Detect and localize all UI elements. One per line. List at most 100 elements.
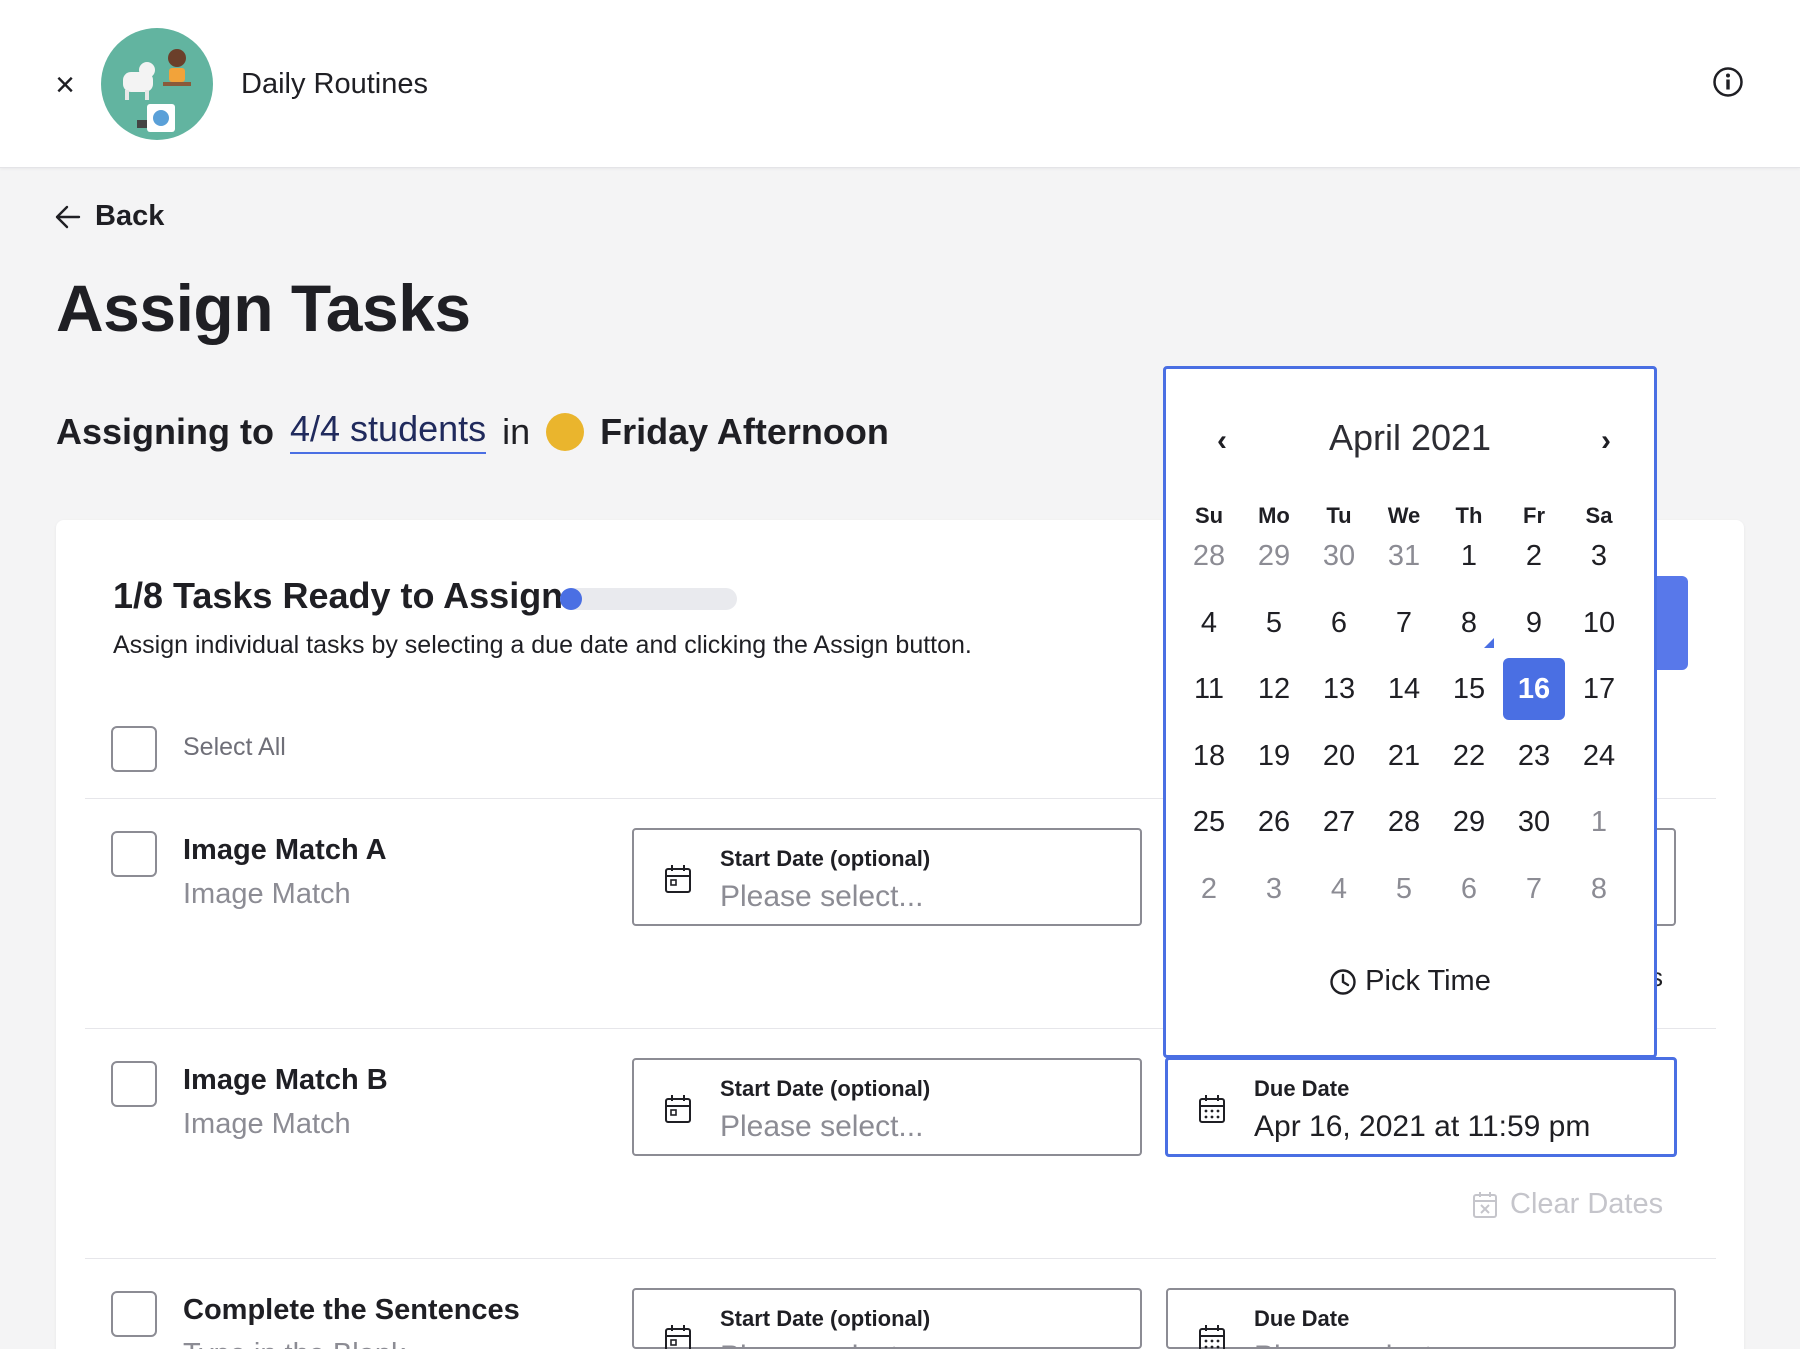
- calendar-day[interactable]: 31: [1373, 525, 1435, 587]
- info-icon[interactable]: [1712, 66, 1744, 98]
- calendar-day[interactable]: 23: [1503, 725, 1565, 787]
- task-type: Image Match: [183, 1108, 351, 1140]
- calendar-day[interactable]: 19: [1243, 725, 1305, 787]
- task-name: Complete the Sentences: [183, 1294, 520, 1326]
- calendar-day[interactable]: 9: [1503, 592, 1565, 654]
- calendar-day[interactable]: 5: [1373, 858, 1435, 920]
- calendar-day[interactable]: 15: [1438, 658, 1500, 720]
- page-title: Assign Tasks: [56, 271, 471, 345]
- calendar-day[interactable]: 26: [1243, 791, 1305, 853]
- calendar-day[interactable]: 4: [1178, 592, 1240, 654]
- close-icon[interactable]: ×: [50, 68, 80, 102]
- calendar-day[interactable]: 30: [1308, 525, 1370, 587]
- students-link[interactable]: 4/4 students: [290, 410, 487, 454]
- calendar-day[interactable]: 24: [1568, 725, 1630, 787]
- calendar-day[interactable]: 25: [1178, 791, 1240, 853]
- calendar-day[interactable]: 3: [1243, 858, 1305, 920]
- calendar-day[interactable]: 11: [1178, 658, 1240, 720]
- calendar-day[interactable]: 5: [1243, 592, 1305, 654]
- task-checkbox[interactable]: [111, 831, 157, 877]
- activity-avatar: [101, 28, 213, 140]
- start-date-placeholder: Please select...: [720, 1340, 923, 1349]
- calendar-x-icon: [1473, 1191, 1497, 1218]
- calendar-day[interactable]: 29: [1438, 791, 1500, 853]
- start-date-label: Start Date (optional): [720, 1076, 931, 1101]
- calendar-day[interactable]: 2: [1178, 858, 1240, 920]
- assigning-prefix: Assigning to: [56, 410, 274, 452]
- calendar-day[interactable]: 20: [1308, 725, 1370, 787]
- calendar-day[interactable]: 22: [1438, 725, 1500, 787]
- back-link[interactable]: Back: [55, 200, 164, 233]
- calendar-day[interactable]: 2: [1503, 525, 1565, 587]
- assigning-summary: Assigning to 4/4 students in Friday Afte…: [56, 410, 889, 454]
- due-date-placeholder: Please select...: [1254, 1340, 1457, 1349]
- start-date-label: Start Date (optional): [720, 1306, 931, 1331]
- arrow-left-icon: [55, 205, 81, 228]
- start-date-placeholder: Please select...: [720, 880, 924, 913]
- task-checkbox[interactable]: [111, 1061, 157, 1107]
- clock-icon: [1330, 968, 1356, 995]
- calendar-day[interactable]: 14: [1373, 658, 1435, 720]
- due-date-label: Due Date: [1254, 1076, 1350, 1101]
- calendar-day[interactable]: 1: [1568, 791, 1630, 853]
- class-color-dot: [546, 412, 585, 451]
- app-title: Daily Routines: [241, 68, 428, 100]
- calendar-icon: [665, 1325, 691, 1349]
- start-date-placeholder: Please select...: [720, 1110, 924, 1143]
- calendar-day[interactable]: 7: [1503, 858, 1565, 920]
- calendar-day[interactable]: 29: [1243, 525, 1305, 587]
- due-date-label: Due Date: [1254, 1306, 1350, 1331]
- calendar-day[interactable]: 28: [1373, 791, 1435, 853]
- due-date-field[interactable]: Due Date Please select...: [1166, 1288, 1676, 1349]
- clear-dates-label: Clear Dates: [1510, 1188, 1664, 1220]
- clear-dates-button[interactable]: Clear Dates: [1472, 1188, 1663, 1221]
- calendar-icon: [665, 1095, 691, 1123]
- calendar-grid-icon: [1199, 1095, 1225, 1123]
- calendar-day[interactable]: 18: [1178, 725, 1240, 787]
- calendar-icon: [665, 865, 691, 893]
- select-all-checkbox[interactable]: [111, 726, 157, 772]
- calendar-grid-icon: [1199, 1325, 1225, 1349]
- calendar-day[interactable]: 3: [1568, 525, 1630, 587]
- task-type: Image Match: [183, 878, 351, 910]
- calendar-day[interactable]: 17: [1568, 658, 1630, 720]
- due-date-field[interactable]: Due Date Apr 16, 2021 at 11:59 pm: [1165, 1057, 1677, 1157]
- start-date-field[interactable]: Start Date (optional) Please select...: [632, 1058, 1142, 1156]
- start-date-field[interactable]: Start Date (optional) Please select...: [632, 828, 1142, 926]
- ready-description: Assign individual tasks by selecting a d…: [113, 631, 972, 659]
- calendar-day[interactable]: 6: [1438, 858, 1500, 920]
- start-date-field[interactable]: Start Date (optional) Please select...: [632, 1288, 1142, 1349]
- start-date-label: Start Date (optional): [720, 846, 931, 871]
- task-name: Image Match B: [183, 1064, 388, 1096]
- calendar-day[interactable]: 1: [1438, 525, 1500, 587]
- calendar-day[interactable]: 21: [1373, 725, 1435, 787]
- task-name: Image Match A: [183, 834, 387, 866]
- task-checkbox[interactable]: [111, 1291, 157, 1337]
- ready-progress-fill: [560, 588, 582, 610]
- ready-progress-bar: [560, 588, 737, 610]
- calendar-day[interactable]: 16: [1503, 658, 1565, 720]
- chevron-right-icon[interactable]: ›: [1592, 426, 1620, 456]
- top-bar: × Daily Routines: [0, 0, 1800, 168]
- calendar-day[interactable]: 12: [1243, 658, 1305, 720]
- calendar-day[interactable]: 13: [1308, 658, 1370, 720]
- calendar-day[interactable]: 4: [1308, 858, 1370, 920]
- calendar-day[interactable]: 28: [1178, 525, 1240, 587]
- due-date-value: Apr 16, 2021 at 11:59 pm: [1254, 1110, 1591, 1143]
- calendar-day[interactable]: 8: [1438, 592, 1500, 654]
- calendar-day[interactable]: 27: [1308, 791, 1370, 853]
- divider: [85, 1258, 1716, 1259]
- calendar-day[interactable]: 7: [1373, 592, 1435, 654]
- pick-time-button[interactable]: Pick Time: [1166, 965, 1654, 998]
- calendar-month-label: April 2021: [1328, 417, 1492, 458]
- select-all-label: Select All: [183, 733, 286, 761]
- calendar-day[interactable]: 6: [1308, 592, 1370, 654]
- calendar-day[interactable]: 30: [1503, 791, 1565, 853]
- pick-time-label: Pick Time: [1365, 965, 1491, 997]
- calendar-day[interactable]: 8: [1568, 858, 1630, 920]
- task-type: Type in the Blank: [183, 1338, 405, 1349]
- calendar-day[interactable]: 10: [1568, 592, 1630, 654]
- back-label: Back: [95, 200, 165, 232]
- date-picker-popup: ‹ April 2021 › Pick Time Su Mo Tu We Th Fr Sa 2…: [1163, 366, 1657, 1058]
- class-name: Friday Afternoon: [600, 410, 889, 452]
